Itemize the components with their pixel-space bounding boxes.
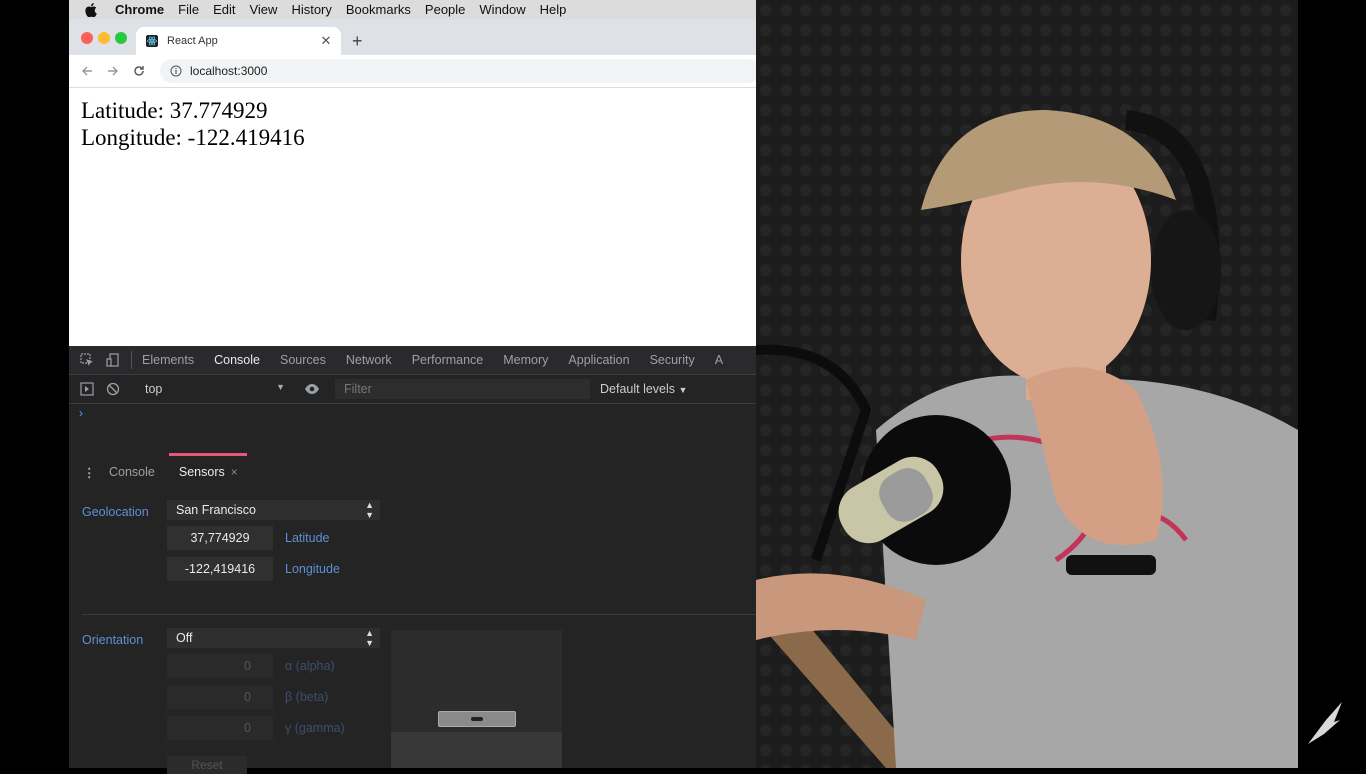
orientation-preview (391, 630, 562, 768)
new-tab-button[interactable]: + (352, 31, 363, 52)
context-selector[interactable]: top ▼ (145, 382, 285, 396)
menu-view[interactable]: View (249, 2, 277, 17)
orientation-arrows-icon: ▲ ▼ (365, 628, 374, 648)
menu-file[interactable]: File (178, 2, 199, 17)
alpha-label: α (alpha) (285, 659, 335, 673)
longitude-label: Longitude (285, 562, 340, 576)
console-toolbar: top ▼ Filter Default levels ▼ (69, 375, 756, 404)
macos-menu-bar: Chrome File Edit View History Bookmarks … (69, 0, 756, 19)
window-maximize-button[interactable] (115, 32, 127, 44)
menu-people[interactable]: People (425, 2, 465, 17)
tab-memory[interactable]: Memory (503, 353, 548, 367)
tab-console[interactable]: Console (214, 353, 260, 367)
gamma-label: γ (gamma) (285, 721, 345, 735)
context-dropdown-arrow-icon: ▼ (276, 382, 285, 392)
beta-label: β (beta) (285, 690, 329, 704)
tab-overflow[interactable]: A (715, 353, 723, 367)
menu-edit[interactable]: Edit (213, 2, 235, 17)
section-divider (82, 614, 756, 615)
window-minimize-button[interactable] (98, 32, 110, 44)
select-arrows-icon: ▲ ▼ (365, 500, 374, 520)
webcam-frame-illustration (756, 0, 1298, 768)
letterbox-left (0, 0, 69, 768)
forward-arrow-icon[interactable] (105, 63, 121, 79)
latitude-label: Latitude (285, 531, 330, 545)
apple-icon[interactable] (85, 2, 101, 17)
menu-app-name[interactable]: Chrome (115, 2, 164, 17)
url-text: localhost:3000 (190, 64, 268, 78)
menu-help[interactable]: Help (540, 2, 567, 17)
console-filter-input[interactable]: Filter (335, 379, 590, 399)
levels-label: Default levels (600, 382, 676, 396)
devtools-tab-bar: Elements Console Sources Network Perform… (69, 346, 756, 375)
drawer-tab-bar: ⋮ Console Sensors × (69, 453, 756, 486)
orientation-select[interactable]: Off ▲ ▼ (167, 628, 380, 648)
info-icon[interactable] (170, 65, 182, 77)
longitude-text: Longitude: -122.419416 (81, 125, 305, 150)
beta-input: 0 (167, 685, 273, 709)
tab-security[interactable]: Security (650, 353, 695, 367)
tab-network[interactable]: Network (346, 353, 392, 367)
show-sidebar-icon[interactable] (79, 381, 95, 397)
device-model-icon[interactable] (438, 711, 516, 727)
window-close-button[interactable] (81, 32, 93, 44)
default-levels-dropdown[interactable]: Default levels ▼ (600, 382, 687, 396)
geolocation-label: Geolocation (82, 505, 149, 519)
inspect-element-icon[interactable] (79, 352, 95, 368)
tab-title: React App (167, 35, 218, 47)
device-toolbar-icon[interactable] (105, 352, 121, 368)
webcam-video (756, 0, 1298, 768)
drawer-tab-console[interactable]: Console (109, 465, 155, 479)
menu-bookmarks[interactable]: Bookmarks (346, 2, 411, 17)
console-prompt[interactable]: › (79, 406, 83, 420)
latitude-text: Latitude: 37.774929 (81, 98, 268, 123)
orientation-label: Orientation (82, 633, 144, 647)
bird-logo-icon (1306, 700, 1344, 751)
latitude-input[interactable]: 37,774929 (167, 526, 273, 550)
page-viewport: Latitude: 37.774929 Longitude: -122.4194… (69, 88, 756, 346)
orientation-value: Off (176, 631, 193, 645)
eye-icon[interactable] (304, 383, 320, 398)
reload-icon[interactable] (131, 63, 147, 79)
alpha-input: 0 (167, 654, 273, 678)
tab-application[interactable]: Application (568, 353, 629, 367)
tab-sources[interactable]: Sources (280, 353, 326, 367)
tab-performance[interactable]: Performance (412, 353, 484, 367)
menu-window[interactable]: Window (479, 2, 525, 17)
geolocation-value: San Francisco (176, 503, 256, 517)
browser-tab-strip: React App ✕ + (69, 19, 756, 55)
browser-tab[interactable]: React App ✕ (136, 27, 341, 55)
browser-toolbar: localhost:3000 (69, 55, 760, 88)
drawer-tab-close-icon[interactable]: × (231, 465, 238, 479)
geolocation-select[interactable]: San Francisco ▲ ▼ (167, 500, 380, 520)
back-arrow-icon[interactable] (79, 63, 95, 79)
preview-floor (391, 732, 562, 768)
drawer-tab-sensors[interactable]: Sensors (168, 453, 247, 479)
gamma-input: 0 (167, 716, 273, 740)
tab-close-icon[interactable]: ✕ (319, 33, 333, 49)
address-bar[interactable]: localhost:3000 (160, 59, 760, 83)
react-favicon-icon (146, 35, 158, 47)
context-value: top (145, 382, 163, 396)
clear-console-icon[interactable] (105, 381, 121, 397)
drawer-menu-icon[interactable]: ⋮ (83, 465, 96, 480)
reset-button: Reset (167, 756, 247, 774)
toolbar-divider (131, 351, 132, 369)
devtools-panel: Elements Console Sources Network Perform… (69, 346, 756, 774)
tab-elements[interactable]: Elements (142, 353, 194, 367)
letterbox-right (1298, 0, 1366, 768)
levels-arrow-icon: ▼ (678, 385, 688, 395)
menu-history[interactable]: History (291, 2, 331, 17)
longitude-input[interactable]: -122,419416 (167, 557, 273, 581)
